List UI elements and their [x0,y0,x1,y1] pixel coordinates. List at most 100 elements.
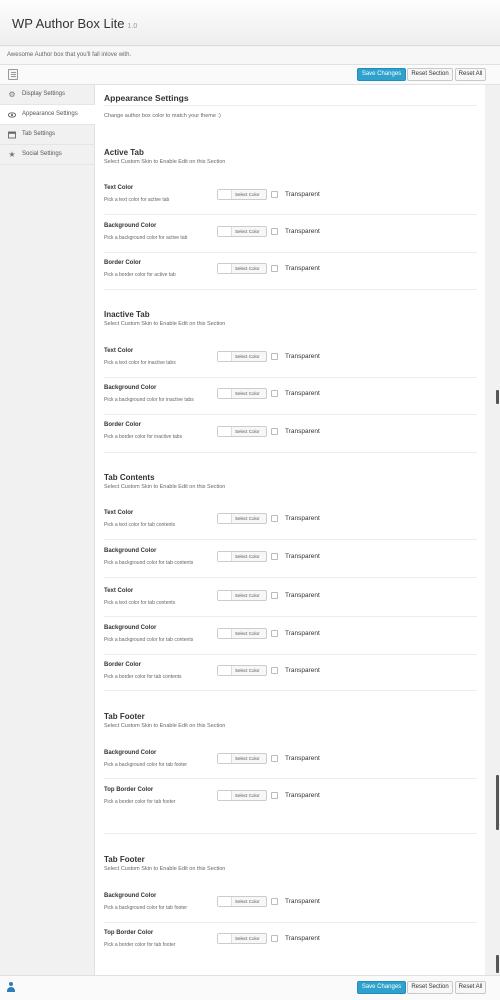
save-changes-button[interactable]: Save Changes [357,68,406,81]
color-picker-label: Select Color [235,354,260,359]
transparent-label: Transparent [285,353,320,360]
transparent-checkbox[interactable] [271,191,278,198]
transparent-label: Transparent [285,553,320,560]
transparent-label: Transparent [285,935,320,942]
page-description: Change author box color to match your th… [104,113,221,119]
color-picker[interactable]: Select Color [217,513,267,524]
reset-section-button[interactable]: Reset Section [407,68,453,81]
color-picker[interactable]: Select Color [217,189,267,200]
star-icon: ★ [8,150,16,159]
field-title: Background Color [104,223,157,229]
divider [104,252,477,253]
user-icon[interactable] [7,982,15,992]
field-description: Pick a background color for tab footer [104,762,188,768]
field-title: Border Color [104,260,142,266]
color-picker[interactable]: Select Color [217,590,267,601]
color-picker[interactable]: Select Color [217,628,267,639]
color-swatch [218,591,232,600]
color-picker-label: Select Color [235,756,260,761]
app-tagline: Awesome Author box that you'll fall inlo… [7,52,132,58]
options-panel-icon[interactable] [8,69,18,80]
section-title-tab-footer: Tab Footer [104,855,145,864]
divider [104,778,477,779]
sidebar-item-social-settings[interactable]: ★ Social Settings [0,145,95,165]
color-picker-label: Select Color [235,936,260,941]
divider [104,289,477,290]
transparent-checkbox[interactable] [271,390,278,397]
transparent-checkbox[interactable] [271,353,278,360]
color-picker[interactable]: Select Color [217,753,267,764]
scrollbar-thumb[interactable] [496,955,499,973]
bottom-toolbar: Save Changes Reset Section Reset All [0,975,500,1000]
color-picker[interactable]: Select Color [217,551,267,562]
color-picker-label: Select Color [235,391,260,396]
divider [104,922,477,923]
sidebar-item-label: Display Settings [22,91,66,97]
reset-section-button[interactable]: Reset Section [407,981,453,994]
transparent-checkbox[interactable] [271,553,278,560]
color-picker[interactable]: Select Color [217,263,267,274]
app-version: 1.0 [127,23,138,30]
transparent-checkbox[interactable] [271,792,278,799]
field-description: Pick a background color for tab contents [104,637,194,643]
section-description: Select Custom Skin to Enable Edit on thi… [104,484,226,490]
section-description: Select Custom Skin to Enable Edit on thi… [104,866,226,872]
transparent-label: Transparent [285,755,320,762]
color-swatch [218,629,232,638]
section-description: Select Custom Skin to Enable Edit on thi… [104,723,226,729]
transparent-checkbox[interactable] [271,265,278,272]
color-picker-label: Select Color [235,429,260,434]
color-swatch [218,897,232,906]
transparent-label: Transparent [285,428,320,435]
save-changes-button[interactable]: Save Changes [357,981,406,994]
field-description: Pick a background color for tab footer [104,905,188,911]
color-swatch [218,190,232,199]
divider [104,377,477,378]
color-picker-label: Select Color [235,192,260,197]
scrollbar-thumb[interactable] [496,390,499,404]
divider [104,214,477,215]
transparent-checkbox[interactable] [271,935,278,942]
transparent-checkbox[interactable] [271,630,278,637]
color-picker[interactable]: Select Color [217,665,267,676]
field-title: Background Color [104,385,157,391]
color-picker[interactable]: Select Color [217,896,267,907]
transparent-label: Transparent [285,792,320,799]
color-picker[interactable]: Select Color [217,426,267,437]
settings-sidebar: ⚙ Display Settings Appearance Settings T… [0,85,96,975]
transparent-label: Transparent [285,191,320,198]
color-picker-label: Select Color [235,266,260,271]
divider [104,105,477,106]
transparent-label: Transparent [285,228,320,235]
field-title: Top Border Color [104,930,154,936]
sidebar-item-appearance-settings[interactable]: Appearance Settings [0,105,96,125]
divider [104,414,477,415]
color-swatch [218,666,232,675]
color-picker[interactable]: Select Color [217,351,267,362]
transparent-label: Transparent [285,898,320,905]
reset-all-button[interactable]: Reset All [455,68,486,81]
sidebar-item-display-settings[interactable]: ⚙ Display Settings [0,85,95,105]
scrollbar-track[interactable] [494,85,500,975]
color-picker-label: Select Color [235,899,260,904]
transparent-checkbox[interactable] [271,592,278,599]
reset-all-button[interactable]: Reset All [455,981,486,994]
color-picker[interactable]: Select Color [217,933,267,944]
transparent-label: Transparent [285,630,320,637]
field-description: Pick a border color for tab footer [104,942,176,948]
sidebar-item-label: Appearance Settings [22,111,78,117]
scrollbar-thumb[interactable] [496,775,499,830]
transparent-checkbox[interactable] [271,667,278,674]
color-picker[interactable]: Select Color [217,226,267,237]
transparent-checkbox[interactable] [271,898,278,905]
transparent-checkbox[interactable] [271,428,278,435]
field-description: Pick a border color for active tab [104,272,176,278]
color-picker[interactable]: Select Color [217,388,267,399]
transparent-label: Transparent [285,515,320,522]
transparent-checkbox[interactable] [271,755,278,762]
transparent-checkbox[interactable] [271,515,278,522]
divider [104,654,477,655]
color-picker[interactable]: Select Color [217,790,267,801]
sidebar-item-tab-settings[interactable]: Tab Settings [0,125,95,145]
transparent-checkbox[interactable] [271,228,278,235]
